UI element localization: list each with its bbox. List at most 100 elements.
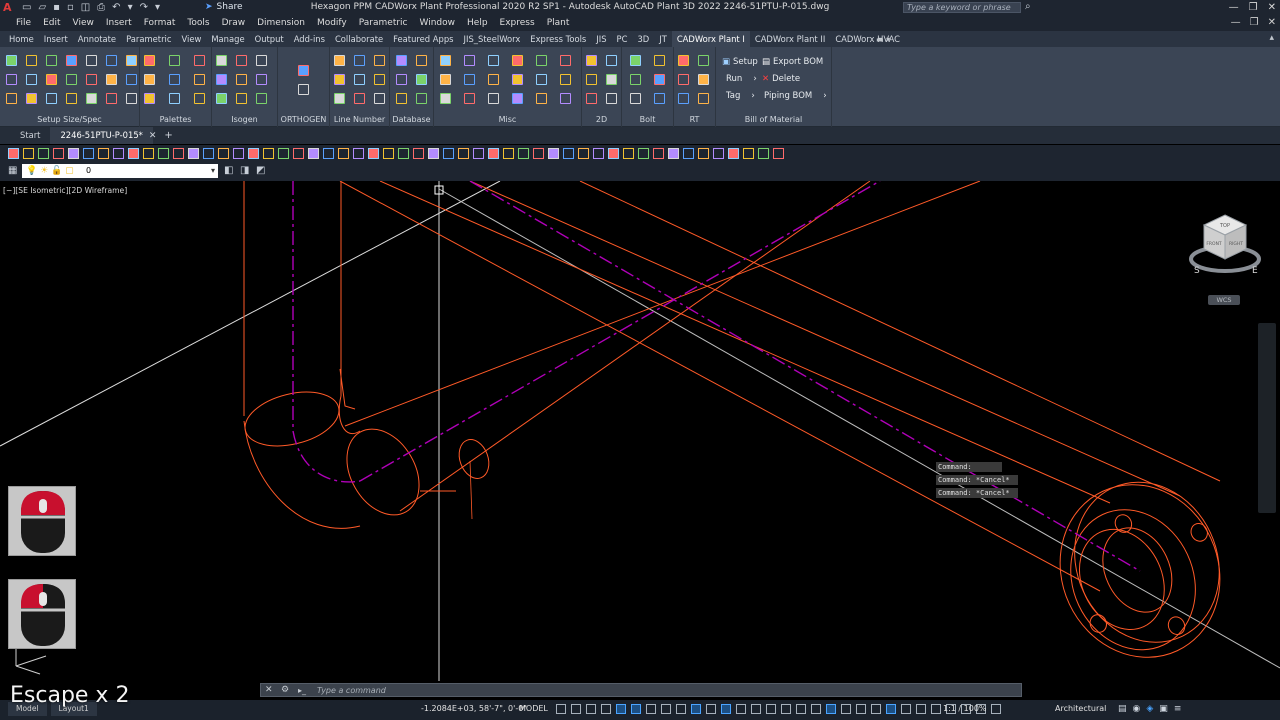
ribbon-tool-icon[interactable] [416, 93, 427, 104]
toolbar-icon[interactable] [38, 148, 49, 159]
doc-close-icon[interactable]: ✕ [1268, 15, 1276, 31]
layer-properties-icon[interactable]: ▦ [8, 165, 17, 176]
tab-parametric[interactable]: Parametric [121, 31, 176, 47]
toolbar-icon[interactable] [473, 148, 484, 159]
ribbon-tool-icon[interactable] [654, 74, 665, 85]
ribbon-tool-icon[interactable] [586, 93, 597, 104]
viewcube[interactable]: TOP FRONT RIGHT S E [1186, 211, 1264, 293]
isolate-objects-icon[interactable]: ◉ [1133, 704, 1141, 714]
toolbar-icon[interactable] [713, 148, 724, 159]
toolbar-icon[interactable] [623, 148, 634, 159]
status-toggle-icon[interactable] [931, 704, 941, 714]
tab-add-ins[interactable]: Add-ins [289, 31, 330, 47]
tab-jis-steelworx[interactable]: JIS_SteelWorx [459, 31, 526, 47]
tab-featured-apps[interactable]: Featured Apps [388, 31, 458, 47]
status-toggle-icon[interactable] [706, 704, 716, 714]
toolbar-icon[interactable] [203, 148, 214, 159]
tab-annotate[interactable]: Annotate [73, 31, 121, 47]
ribbon-tool-icon[interactable] [464, 74, 475, 85]
menu-plant[interactable]: Plant [541, 15, 576, 31]
ribbon-tool-icon[interactable] [6, 55, 17, 66]
command-input[interactable]: Type a command [317, 684, 386, 697]
minimize-icon[interactable]: — [1229, 0, 1239, 15]
command-close-icon[interactable]: ✕ [265, 684, 273, 697]
ribbon-tool-icon[interactable] [216, 74, 227, 85]
ribbon-tool-icon[interactable] [236, 55, 247, 66]
toolbar-icon[interactable] [23, 148, 34, 159]
ribbon-tool-icon[interactable] [86, 74, 97, 85]
menu-modify[interactable]: Modify [311, 15, 353, 31]
menu-edit[interactable]: Edit [37, 15, 66, 31]
toolbar-icon[interactable] [548, 148, 559, 159]
toolbar-icon[interactable] [98, 148, 109, 159]
status-toggle-icon[interactable] [886, 704, 896, 714]
tab-output[interactable]: Output [250, 31, 289, 47]
status-toggle-icon[interactable] [721, 704, 731, 714]
ribbon-tool-icon[interactable] [144, 74, 155, 85]
ribbon-tool-icon[interactable] [256, 55, 267, 66]
ribbon-tool-icon[interactable] [354, 74, 365, 85]
status-toggle-icon[interactable] [766, 704, 776, 714]
new-tab-icon[interactable]: + [164, 130, 172, 141]
tab-collaborate[interactable]: Collaborate [330, 31, 388, 47]
toolbar-icon[interactable] [293, 148, 304, 159]
ribbon-tool-icon[interactable] [86, 93, 97, 104]
toolbar-icon[interactable] [533, 148, 544, 159]
toolbar-icon[interactable] [563, 148, 574, 159]
ribbon-tool-icon[interactable] [66, 74, 77, 85]
toolbar-icon[interactable] [593, 148, 604, 159]
ribbon-minimize-icon[interactable]: ▴ [1269, 33, 1274, 43]
tab-express-tools[interactable]: Express Tools [525, 31, 591, 47]
ribbon-tool-icon[interactable] [630, 74, 641, 85]
toolbar-icon[interactable] [773, 148, 784, 159]
toolbar-icon[interactable] [503, 148, 514, 159]
status-toggle-icon[interactable] [601, 704, 611, 714]
coordinate-readout[interactable]: -1.2084E+03, 58'-7", 0'-0" [421, 704, 527, 713]
close-icon[interactable]: ✕ [1268, 0, 1276, 15]
menu-file[interactable]: File [10, 15, 37, 31]
ribbon-tool-icon[interactable] [66, 55, 77, 66]
ribbon-tool-icon[interactable] [698, 55, 709, 66]
menu-view[interactable]: View [67, 15, 100, 31]
ribbon-tool-icon[interactable] [236, 74, 247, 85]
ribbon-tool-icon[interactable] [512, 55, 523, 66]
ribbon-tool-icon[interactable] [46, 74, 57, 85]
ribbon-tool-icon[interactable] [106, 74, 117, 85]
ribbon-tool-icon[interactable] [678, 74, 689, 85]
ribbon-tool-icon[interactable] [194, 55, 205, 66]
ribbon-tool-icon[interactable] [256, 74, 267, 85]
annotation-scale[interactable]: 1:1 / 100% [943, 704, 987, 713]
ribbon-tool-icon[interactable] [560, 55, 571, 66]
toolbar-icon[interactable] [233, 148, 244, 159]
status-toggle-icon[interactable] [751, 704, 761, 714]
ribbon-tool-icon[interactable] [169, 93, 180, 104]
navigation-bar[interactable] [1258, 323, 1276, 513]
status-toggle-icon[interactable] [586, 704, 596, 714]
ribbon-tool-icon[interactable] [216, 93, 227, 104]
menu-format[interactable]: Format [138, 15, 182, 31]
status-toggle-icon[interactable] [781, 704, 791, 714]
tab-jt[interactable]: JT [654, 31, 672, 47]
status-toggle-icon[interactable] [556, 704, 566, 714]
ribbon-tool-icon[interactable] [440, 55, 451, 66]
ribbon-tool-icon[interactable] [46, 93, 57, 104]
toolbar-icon[interactable] [83, 148, 94, 159]
ribbon-tool-icon[interactable] [126, 93, 137, 104]
status-toggle-icon[interactable] [661, 704, 671, 714]
toolbar-icon[interactable] [458, 148, 469, 159]
ribbon-tool-icon[interactable] [106, 55, 117, 66]
toolbar-icon[interactable] [143, 148, 154, 159]
search-input[interactable]: Type a keyword or phrase [903, 2, 1021, 13]
status-toggle-icon[interactable] [676, 704, 686, 714]
toolbar-icon[interactable] [128, 148, 139, 159]
command-prompt-icon[interactable]: ▸_ [298, 686, 306, 695]
ribbon-tool-icon[interactable] [606, 74, 617, 85]
tab-cadworx-hvac[interactable]: CADWorx HVAC [830, 31, 905, 47]
tab-home[interactable]: Home [4, 31, 39, 47]
ribbon-tool-icon[interactable] [464, 55, 475, 66]
ribbon-tool-icon[interactable] [654, 93, 665, 104]
toolbar-icon[interactable] [758, 148, 769, 159]
ribbon-tool-icon[interactable] [236, 93, 247, 104]
ribbon-tool-icon[interactable] [106, 93, 117, 104]
ribbon-tool-icon[interactable] [488, 55, 499, 66]
